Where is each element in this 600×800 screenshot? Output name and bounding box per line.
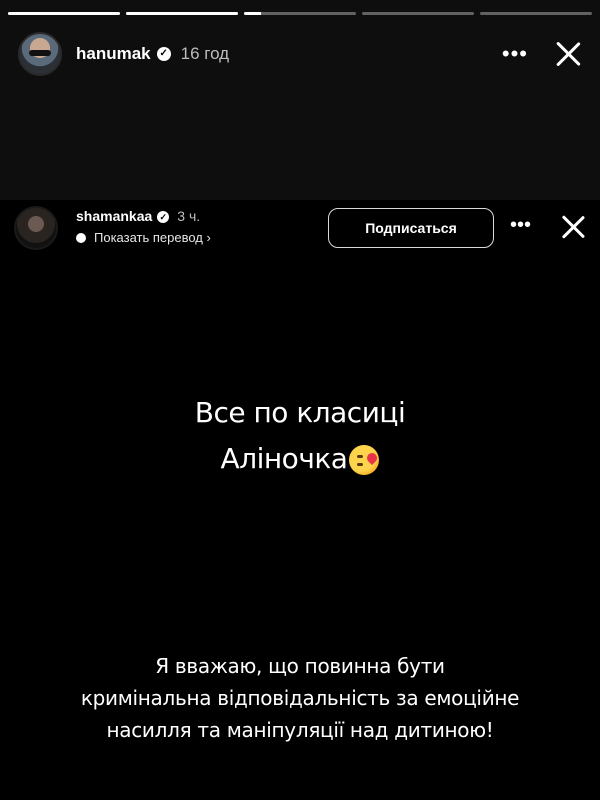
story-progress-bar <box>8 12 592 15</box>
text-line: насилля та маніпуляції над дитиною! <box>106 718 494 742</box>
show-translation-link[interactable]: Показать перевод › <box>76 230 211 245</box>
story-timestamp: 16 год <box>180 44 230 63</box>
close-icon[interactable] <box>560 214 586 240</box>
verified-icon: ✓ <box>156 47 171 61</box>
avatar[interactable] <box>14 206 58 250</box>
verified-icon: ✓ <box>157 211 170 224</box>
caption-line-with-emoji: Аліночка <box>0 436 600 482</box>
story-bottom-text: Я вважаю, що повинна бути кримінальна ві… <box>0 650 600 746</box>
story-caption: Все по класиці Аліночка <box>0 390 600 482</box>
story-timestamp: 3 ч. <box>177 208 201 224</box>
caption-line: Все по класиці <box>194 396 406 429</box>
translate-icon <box>76 232 86 243</box>
inner-story-header: shamankaa ✓ 3 ч. Показать перевод › Подпис… <box>14 204 582 252</box>
chevron-right-icon: › <box>202 230 211 245</box>
outer-story-header-area: hanumak ✓ 16 год ••• <box>0 0 600 200</box>
text-line: кримінальна відповідальність за емоційне <box>80 686 520 710</box>
story-username[interactable]: hanumak <box>76 44 151 64</box>
story-username-text: shamankaa <box>76 208 153 224</box>
show-translation-label: Показать перевод <box>94 230 203 245</box>
text-line: Я вважаю, що повинна бути <box>155 654 445 678</box>
kissing-face-icon <box>349 445 380 475</box>
progress-segment <box>126 12 238 15</box>
follow-button[interactable]: Подписаться <box>328 208 494 248</box>
outer-story-header: hanumak ✓ 16 год ••• <box>18 30 582 78</box>
progress-segment <box>480 12 592 15</box>
story-username[interactable]: shamankaa ✓ 3 ч. <box>76 208 200 224</box>
close-icon[interactable] <box>554 40 582 68</box>
progress-segment <box>8 12 120 15</box>
more-icon[interactable]: ••• <box>502 43 528 65</box>
more-icon[interactable]: ••• <box>510 214 531 237</box>
caption-line: Аліночка <box>220 442 348 475</box>
progress-segment <box>362 12 474 15</box>
avatar[interactable] <box>18 32 62 76</box>
progress-segment <box>244 12 356 15</box>
inner-story-screenshot: shamankaa ✓ 3 ч. Показать перевод › Подпис… <box>0 200 600 800</box>
